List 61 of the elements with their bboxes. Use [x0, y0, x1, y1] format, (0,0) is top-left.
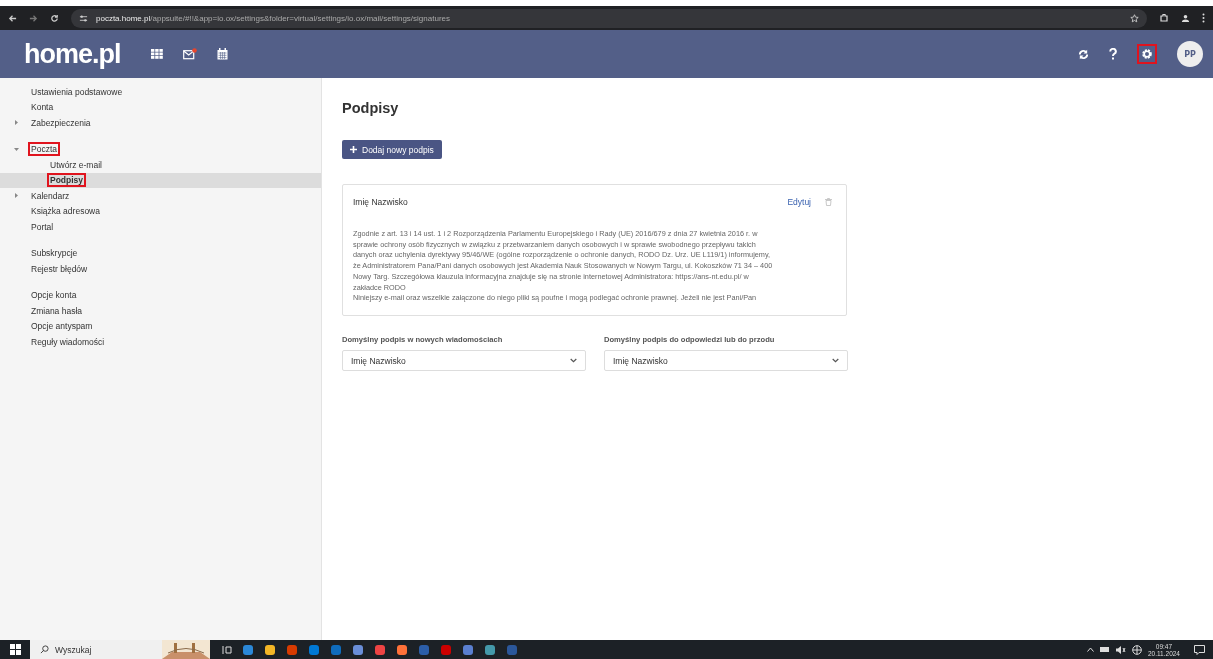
- start-icon[interactable]: [9, 644, 21, 655]
- reload-icon[interactable]: [50, 13, 59, 23]
- signature-dropdown[interactable]: Imię Nazwisko: [342, 350, 586, 371]
- address-bar[interactable]: poczta.home.pl/appsuite/#!!&app=io.ox/settings&folder=virtual/settings/io.ox/mail/settings/signatures: [71, 8, 1147, 28]
- caret-icon[interactable]: [13, 193, 19, 199]
- sidebar-item[interactable]: Subskrypcje: [0, 245, 321, 261]
- taskbar-app-icon[interactable]: [308, 643, 320, 656]
- forward-icon[interactable]: [29, 13, 38, 23]
- sidebar-item[interactable]: Reguły wiadomości: [0, 334, 321, 350]
- user-avatar[interactable]: PP: [1177, 41, 1203, 67]
- sidebar-item[interactable]: Konta: [0, 99, 321, 115]
- taskbar-app-icon[interactable]: [242, 643, 254, 656]
- search-icon: [40, 645, 49, 654]
- back-icon[interactable]: [8, 13, 17, 23]
- sidebar-item[interactable]: Kalendarz: [0, 188, 321, 204]
- sidebar-item[interactable]: Utwórz e-mail: [0, 157, 321, 173]
- signature-name: Imię Nazwisko: [353, 197, 408, 207]
- profile-icon[interactable]: [1181, 13, 1190, 23]
- sidebar-item[interactable]: Opcje konta: [0, 287, 321, 303]
- apps-grid-icon[interactable]: [150, 49, 163, 59]
- extensions-icon[interactable]: [1159, 13, 1169, 23]
- star-icon[interactable]: [1130, 13, 1139, 23]
- sidebar-item[interactable]: Zabezpieczenia: [0, 115, 321, 131]
- edit-link[interactable]: Edytuj: [787, 197, 811, 207]
- signature-dropdown[interactable]: Imię Nazwisko: [604, 350, 848, 371]
- add-signature-button[interactable]: Dodaj nowy podpis: [342, 140, 442, 159]
- plus-icon: [350, 146, 357, 153]
- sidebar-item[interactable]: Książka adresowa: [0, 203, 321, 219]
- taskbar-app-icon[interactable]: [352, 643, 364, 656]
- taskbar-app-icon[interactable]: [462, 643, 474, 656]
- taskbar-app-icon[interactable]: [264, 643, 276, 656]
- globe-icon[interactable]: [1131, 644, 1142, 655]
- notifications-icon[interactable]: [1194, 644, 1205, 655]
- mail-icon[interactable]: [182, 48, 197, 60]
- settings-icon[interactable]: [1137, 44, 1157, 64]
- chevron-up-icon[interactable]: [1086, 647, 1094, 652]
- taskbar-app-icon[interactable]: [484, 643, 496, 656]
- sidebar-item[interactable]: Zmiana hasła: [0, 303, 321, 319]
- sidebar-item[interactable]: Opcje antyspam: [0, 318, 321, 334]
- sidebar-item[interactable]: Podpisy: [0, 172, 321, 188]
- help-icon[interactable]: [1109, 48, 1117, 60]
- site-settings-icon: [79, 13, 88, 23]
- page-title: Podpisy: [342, 100, 400, 116]
- logo[interactable]: home.pl: [24, 38, 121, 70]
- caret-icon[interactable]: [13, 146, 19, 152]
- chevron-down-icon: [570, 358, 577, 363]
- task-view-icon[interactable]: [222, 644, 232, 655]
- sidebar-item[interactable]: Portal: [0, 219, 321, 235]
- menu-icon[interactable]: [1202, 13, 1205, 23]
- taskbar-app-icon[interactable]: [396, 643, 408, 656]
- speaker-icon[interactable]: [1115, 645, 1126, 654]
- chevron-down-icon: [832, 358, 839, 363]
- network-icon[interactable]: [1099, 646, 1110, 653]
- calendar-icon[interactable]: [216, 48, 228, 60]
- sidebar-item[interactable]: Ustawienia podstawowe: [0, 84, 321, 100]
- caret-icon[interactable]: [13, 120, 19, 126]
- taskbar-app-icon[interactable]: [374, 643, 386, 656]
- sidebar-item[interactable]: Rejestr błędów: [0, 261, 321, 277]
- sidebar-item[interactable]: Poczta: [0, 141, 321, 157]
- taskbar-search-field[interactable]: Wyszukaj: [30, 640, 162, 659]
- refresh-icon[interactable]: [1078, 48, 1089, 60]
